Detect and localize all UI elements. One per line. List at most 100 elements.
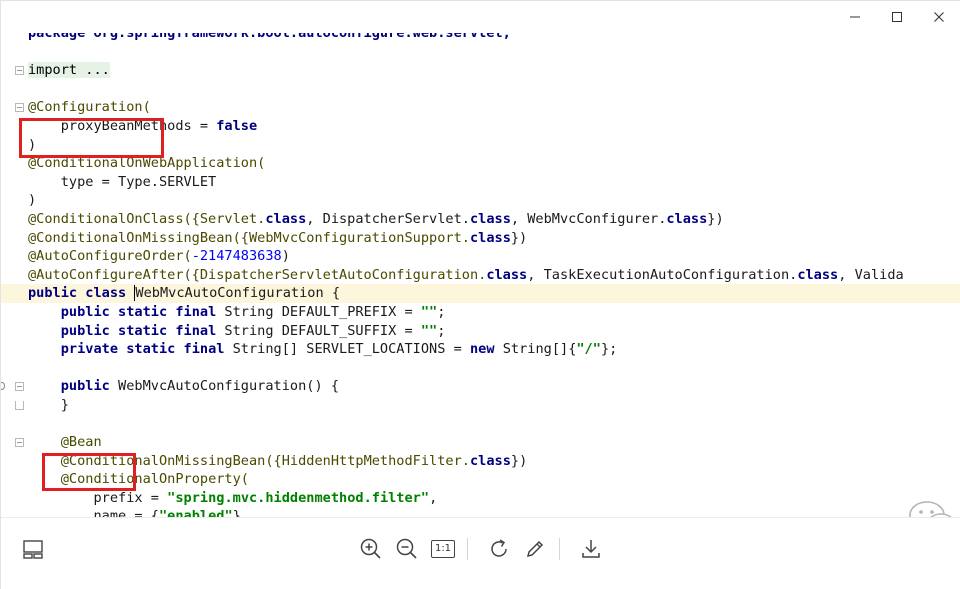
zoom-in-button[interactable] [356, 534, 386, 564]
fold-end-icon[interactable] [15, 400, 24, 410]
zoom-out-button[interactable] [392, 534, 422, 564]
code-text: ) [28, 192, 37, 209]
rotate-icon [491, 539, 507, 557]
code-line: ) [1, 191, 960, 210]
code-text: type = Type.SERVLET [28, 173, 217, 190]
close-button[interactable] [917, 1, 960, 33]
fold-icon[interactable] [15, 66, 24, 76]
image-viewer-window: package org.springframework.boot.autocon… [0, 0, 960, 589]
code-line: type = Type.SERVLET [1, 173, 960, 192]
annotation: @ConditionalOnMissingBean({WebMvcConfigu… [28, 229, 470, 246]
code-text: , DispatcherServlet. [306, 210, 470, 227]
code-line: @Bean [1, 433, 960, 452]
code-line: @AutoConfigureAfter({DispatcherServletAu… [1, 266, 960, 285]
code-text: String[]{ [494, 341, 577, 358]
pane-icon [23, 540, 43, 559]
number-literal: -2147483638 [191, 248, 282, 265]
fold-icon[interactable] [15, 103, 24, 113]
code-text: } [60, 396, 69, 413]
code-line: public static final String DEFAULT_PREFI… [1, 303, 960, 322]
code-line: @ConditionalOnMissingBean({HiddenHttpMet… [1, 452, 960, 471]
actual-size-button[interactable]: 1:1 [428, 534, 458, 564]
code-line: @Configuration( [1, 98, 960, 117]
code-screenshot: package org.springframework.boot.autocon… [1, 33, 960, 517]
keyword: public static final [60, 322, 217, 339]
code-line: public static final String DEFAULT_SUFFI… [1, 322, 960, 341]
code-text: ; [437, 322, 446, 339]
code-line: } [1, 396, 960, 415]
highlight-box-bean [42, 453, 136, 491]
rotate-button[interactable] [484, 534, 514, 564]
keyword: class [666, 210, 708, 227]
maximize-button[interactable] [875, 1, 919, 33]
zoom-out-icon [396, 538, 417, 559]
fold-icon[interactable] [15, 382, 24, 392]
code-text: prefix = [93, 489, 168, 506]
annotation: @ConditionalOnClass({Servlet. [28, 210, 266, 227]
edit-icon [526, 540, 544, 558]
code-line: @ConditionalOnClass({Servlet.class, Disp… [1, 210, 960, 229]
code-text: }) [510, 229, 528, 246]
code-text: }) [707, 210, 724, 227]
edit-button[interactable] [520, 534, 550, 564]
highlight-box-configuration [19, 118, 164, 158]
string-literal: "spring.mvc.hiddenmethod.filter" [167, 489, 430, 506]
keyword: class [265, 210, 307, 227]
keyword: public static final [60, 303, 217, 320]
bean-annotation: @Bean [60, 434, 102, 451]
keyword: class [469, 452, 511, 469]
code-text: , Valida [838, 266, 904, 283]
download-button[interactable] [576, 534, 606, 564]
code-text: ; [437, 303, 446, 320]
code-text: name = { [93, 508, 159, 517]
close-icon [934, 12, 944, 22]
code-text: , TaskExecutionAutoConfiguration. [527, 266, 798, 283]
zoom-in-icon [360, 538, 381, 559]
breakpoint-icon[interactable] [1, 382, 5, 391]
code-line: public WebMvcAutoConfiguration() { [1, 377, 960, 396]
string-literal: "" [420, 322, 438, 339]
keyword: false [216, 117, 258, 134]
keyword: class [469, 229, 511, 246]
code-text: , [429, 489, 438, 506]
configuration-annotation: @Configuration( [28, 99, 151, 116]
image-canvas[interactable]: package org.springframework.boot.autocon… [1, 33, 960, 517]
toolbar-divider [559, 538, 560, 560]
code-line: prefix = "spring.mvc.hiddenmethod.filter… [1, 489, 960, 508]
keyword: class [797, 266, 839, 283]
code-line-current: public class WebMvcAutoConfiguration { [1, 284, 960, 303]
keyword: class [486, 266, 528, 283]
annotation: @AutoConfigureAfter({DispatcherServletAu… [28, 266, 487, 283]
download-icon [582, 540, 600, 558]
code-line: name = {"enabled"}, [1, 507, 960, 517]
code-text: WebMvcAutoConfiguration() { [109, 378, 340, 395]
keyword: new [469, 341, 495, 358]
minimize-button[interactable] [833, 1, 877, 33]
code-line: private static final String[] SERVLET_LO… [1, 340, 960, 359]
fold-icon[interactable] [15, 438, 24, 448]
toggle-panel-button[interactable] [18, 534, 48, 564]
code-line: @ConditionalOnProperty( [1, 470, 960, 489]
code-text: }, [232, 508, 250, 517]
actual-size-icon: 1:1 [430, 540, 456, 558]
code-text: String[] SERVLET_LOCATIONS = [224, 341, 470, 358]
code-text: }) [510, 452, 528, 469]
string-literal: "/" [576, 341, 601, 358]
keyword: public class [28, 285, 127, 302]
code-line: @AutoConfigureOrder(-2147483638) [1, 247, 960, 266]
code-text: String DEFAULT_SUFFIX = [216, 322, 421, 339]
code-text: String DEFAULT_PREFIX = [216, 303, 421, 320]
package-statement: package org.springframework.boot.autocon… [28, 33, 511, 41]
wechat-watermark-icon [909, 501, 952, 517]
class-name: WebMvcAutoConfiguration { [134, 285, 341, 302]
string-literal: "" [420, 303, 438, 320]
toolbar-divider [467, 538, 468, 560]
keyword: private static final [60, 341, 225, 358]
folded-imports[interactable]: import ... [28, 62, 110, 79]
string-literal: "enabled" [158, 508, 233, 517]
keyword: class [469, 210, 511, 227]
keyword: public [60, 378, 110, 395]
